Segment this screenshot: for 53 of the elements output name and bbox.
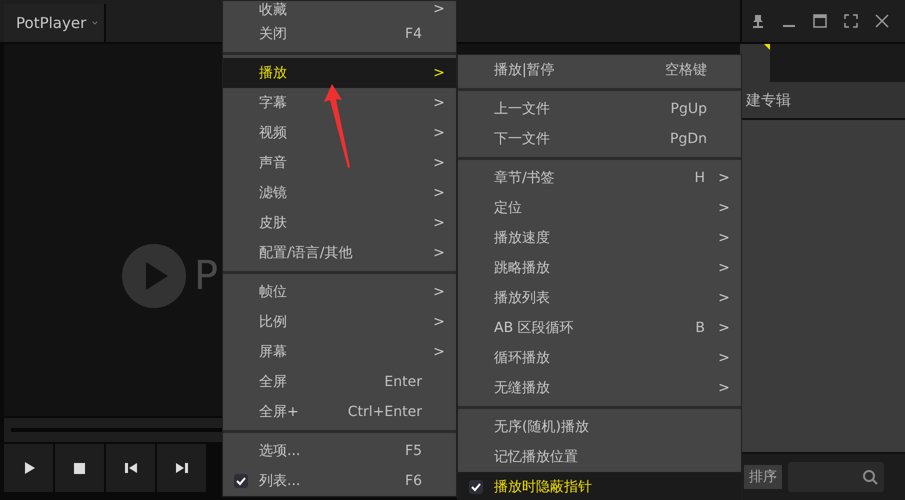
next-icon xyxy=(174,461,188,475)
menu-item[interactable]: 下一文件 PgDn xyxy=(458,124,741,154)
menu-item[interactable]: 播放列表 > xyxy=(458,283,741,313)
fullscreen-icon xyxy=(844,14,858,28)
menu-item[interactable]: 列表... F6 xyxy=(223,466,456,496)
menu-item[interactable]: 字幕 > xyxy=(223,88,456,118)
corner-marker-icon xyxy=(764,44,770,50)
menu-item[interactable]: 选项... F5 xyxy=(223,436,456,466)
menu-item[interactable]: 定位 > xyxy=(458,193,741,223)
minimize-icon xyxy=(782,25,794,27)
check-icon xyxy=(469,480,483,494)
menu-item[interactable]: 章节/书签 H > xyxy=(458,163,741,193)
check-icon xyxy=(234,474,248,488)
sort-button[interactable]: 排序 xyxy=(744,465,782,489)
menu-item[interactable]: 播放速度 > xyxy=(458,223,741,253)
menu-item[interactable]: 比例 > xyxy=(223,307,456,337)
close-icon xyxy=(874,14,888,28)
menu-item[interactable]: 循环播放 > xyxy=(458,343,741,373)
stop-icon xyxy=(74,462,85,474)
stop-button[interactable] xyxy=(55,444,104,492)
album-label[interactable]: 建专辑 xyxy=(746,90,791,110)
menu-item[interactable]: 滤镜 > xyxy=(223,178,456,208)
previous-button[interactable] xyxy=(106,444,155,492)
menu-item[interactable]: 配置/语言/其他 > xyxy=(223,238,456,268)
menu-item[interactable]: 皮肤 > xyxy=(223,208,456,238)
menu-item[interactable]: 无缝播放 > xyxy=(458,373,741,403)
menu-item[interactable]: 帧位 > xyxy=(223,277,456,307)
menu-item[interactable]: 视频 > xyxy=(223,118,456,148)
menu-item[interactable]: 播放|暂停 空格键 xyxy=(458,55,741,85)
menu-item[interactable]: 播放 > xyxy=(223,58,456,88)
logo-text: P xyxy=(194,256,218,296)
menu-item[interactable]: 上一文件 PgUp xyxy=(458,94,741,124)
menu-item[interactable]: 播放时隐蔽指针 xyxy=(458,472,741,500)
next-button[interactable] xyxy=(157,444,206,492)
previous-icon xyxy=(124,461,138,475)
play-button[interactable] xyxy=(4,444,53,492)
maximize-icon xyxy=(812,14,826,28)
search-icon xyxy=(862,469,878,485)
menu-item[interactable]: 跳略播放 > xyxy=(458,253,741,283)
menu-item[interactable]: 记忆播放位置 xyxy=(458,442,741,472)
pin-icon xyxy=(750,14,764,28)
menu-item[interactable]: 全屏 Enter xyxy=(223,367,456,397)
app-menu-button[interactable]: PotPlayer xyxy=(4,4,106,42)
menu-item[interactable]: 全屏+ Ctrl+Enter xyxy=(223,397,456,427)
menu-item[interactable]: 屏幕 > xyxy=(223,337,456,367)
menu-item[interactable]: AB 区段循环 B > xyxy=(458,313,741,343)
menu-item[interactable]: 无序(随机)播放 xyxy=(458,412,741,442)
menu-item[interactable]: 声音 > xyxy=(223,148,456,178)
menu-item[interactable]: 收藏 > xyxy=(223,1,456,19)
play-logo-icon xyxy=(122,244,186,308)
chevron-icon xyxy=(92,20,98,26)
menu-item[interactable]: 关闭 F4 xyxy=(223,19,456,49)
search-field[interactable] xyxy=(788,462,884,492)
